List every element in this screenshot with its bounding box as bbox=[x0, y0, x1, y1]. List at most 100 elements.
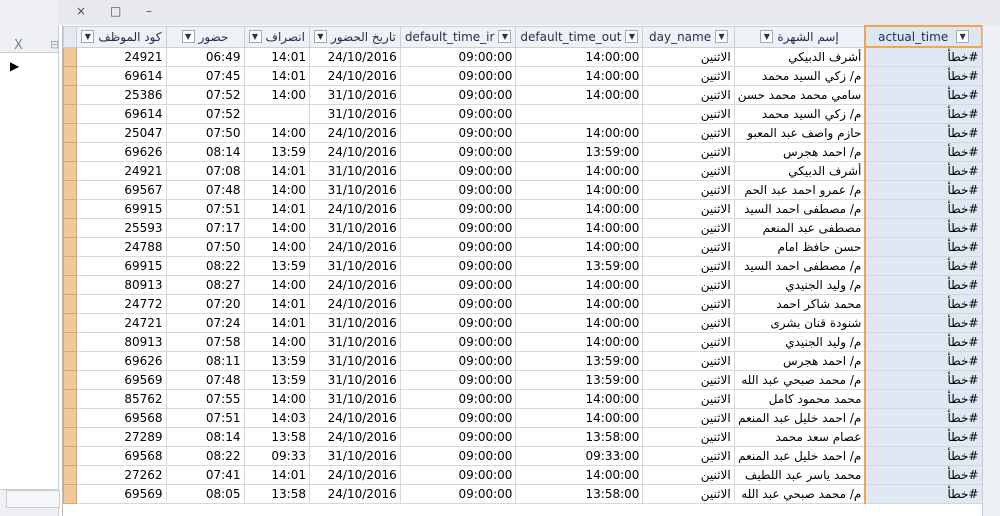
cell-attendance-date[interactable]: 31/10/2016 bbox=[308, 313, 401, 333]
cell-default-time-out[interactable]: 14:00:00 bbox=[515, 275, 644, 295]
table-row[interactable]: 24921 06:49 14:01 24/10/2016 09:00:00 14:00:0… bbox=[63, 46, 983, 67]
cell-day-name[interactable]: الاثنين bbox=[642, 351, 735, 371]
cell-day-name[interactable]: الاثنين bbox=[642, 180, 735, 200]
cell-attendance-date[interactable]: 24/10/2016 bbox=[308, 275, 401, 295]
row-selector[interactable] bbox=[63, 218, 78, 238]
cell-display-name[interactable]: م/ عمرو احمد عبد الحم bbox=[733, 180, 866, 200]
cell-default-time-out[interactable]: 14:00:00 bbox=[515, 85, 644, 105]
minimize-icon[interactable]: – bbox=[146, 4, 152, 18]
cell-display-name[interactable]: عصام سعد محمد bbox=[733, 427, 866, 447]
cell-employee-code[interactable]: 25386 bbox=[76, 85, 167, 105]
cell-display-name[interactable]: م/ احمد خليل عبد المنعم bbox=[733, 408, 866, 428]
cell-attendance-date[interactable]: 31/10/2016 bbox=[308, 446, 401, 466]
cell-attendance-date[interactable]: 31/10/2016 bbox=[308, 332, 401, 352]
cell-display-name[interactable]: م/ مصطفى احمد السيد bbox=[733, 256, 866, 276]
cell-employee-code[interactable]: 69569 bbox=[76, 370, 167, 390]
cell-display-name[interactable]: م/ وليد الجنيدي bbox=[733, 332, 866, 352]
cell-display-name[interactable]: محمد محمود كامل bbox=[733, 389, 866, 409]
cell-check-in[interactable]: 08:22 bbox=[165, 446, 245, 466]
cell-day-name[interactable]: الاثنين bbox=[642, 465, 735, 485]
cell-day-name[interactable]: الاثنين bbox=[642, 256, 735, 276]
cell-day-name[interactable]: الاثنين bbox=[642, 104, 735, 124]
cell-attendance-date[interactable]: 31/10/2016 bbox=[308, 104, 401, 124]
cell-display-name[interactable]: أشرف الدبيكي bbox=[733, 161, 866, 181]
cell-employee-code[interactable]: 25047 bbox=[76, 123, 167, 143]
cell-default-time-in[interactable]: 09:00:00 bbox=[399, 427, 517, 447]
cell-display-name[interactable]: م/ زكي السيد محمد bbox=[733, 66, 866, 86]
cell-default-time-out[interactable]: 14:00:00 bbox=[515, 313, 644, 333]
table-row[interactable]: 24788 07:50 14:00 24/10/2016 09:00:00 14:00:0… bbox=[63, 237, 983, 257]
cell-actual-time[interactable]: #خطأ bbox=[864, 66, 983, 86]
cell-check-out[interactable]: 13:58 bbox=[243, 427, 310, 447]
table-row[interactable]: 69568 07:51 14:03 24/10/2016 09:00:00 14:00:0… bbox=[63, 408, 983, 428]
cell-actual-time[interactable]: #خطأ bbox=[864, 85, 983, 105]
cell-attendance-date[interactable]: 31/10/2016 bbox=[308, 161, 401, 181]
cell-display-name[interactable]: م/ محمد صبحي عبد الله bbox=[733, 484, 866, 504]
cell-default-time-in[interactable]: 09:00:00 bbox=[399, 180, 517, 200]
cell-check-in[interactable]: 08:22 bbox=[165, 256, 245, 276]
cell-check-in[interactable]: 07:50 bbox=[165, 123, 245, 143]
cell-employee-code[interactable]: 80913 bbox=[76, 275, 167, 295]
column-header-check-out[interactable]: ▼ انصراف bbox=[243, 25, 310, 48]
cell-employee-code[interactable]: 24921 bbox=[76, 46, 167, 67]
cell-employee-code[interactable]: 24921 bbox=[76, 161, 167, 181]
cell-check-in[interactable]: 08:14 bbox=[165, 427, 245, 447]
cell-display-name[interactable]: م/ مصطفى احمد السيد bbox=[733, 199, 866, 219]
cell-display-name[interactable]: م/ محمد صبحي عبد الله bbox=[733, 370, 866, 390]
cell-actual-time[interactable]: #خطأ bbox=[864, 256, 983, 276]
table-row[interactable]: 27289 08:14 13:58 24/10/2016 09:00:00 13:58:0… bbox=[63, 427, 983, 447]
chevron-down-icon[interactable]: ▼ bbox=[248, 30, 262, 44]
cell-check-in[interactable]: 07:51 bbox=[165, 199, 245, 219]
cell-check-out[interactable]: 14:01 bbox=[243, 465, 310, 485]
cell-default-time-in[interactable]: 09:00:00 bbox=[399, 123, 517, 143]
cell-actual-time[interactable]: #خطأ bbox=[864, 46, 983, 67]
row-selector[interactable] bbox=[63, 66, 78, 86]
row-selector[interactable] bbox=[63, 370, 78, 390]
close-icon[interactable]: × bbox=[76, 4, 86, 18]
cell-display-name[interactable]: حسن حافظ امام bbox=[733, 237, 866, 257]
table-row[interactable]: 25593 07:17 14:00 31/10/2016 09:00:00 14:00:0… bbox=[63, 218, 983, 238]
cell-check-out[interactable]: 14:03 bbox=[243, 408, 310, 428]
table-row[interactable]: 80913 08:27 14:00 24/10/2016 09:00:00 14:00:0… bbox=[63, 275, 983, 295]
cell-default-time-in[interactable]: 09:00:00 bbox=[399, 218, 517, 238]
cell-actual-time[interactable]: #خطأ bbox=[864, 237, 983, 257]
row-selector[interactable] bbox=[63, 123, 78, 143]
cell-actual-time[interactable]: #خطأ bbox=[864, 180, 983, 200]
cell-check-out[interactable]: 14:00 bbox=[243, 332, 310, 352]
table-row[interactable]: 80913 07:58 14:00 31/10/2016 09:00:00 14:00:0… bbox=[63, 332, 983, 352]
cell-default-time-in[interactable]: 09:00:00 bbox=[399, 199, 517, 219]
cell-employee-code[interactable]: 27289 bbox=[76, 427, 167, 447]
cell-check-out[interactable]: 13:59 bbox=[243, 256, 310, 276]
cell-default-time-in[interactable]: 09:00:00 bbox=[399, 142, 517, 162]
cell-default-time-out[interactable]: 13:59:00 bbox=[515, 370, 644, 390]
cell-check-out[interactable]: 14:00 bbox=[243, 218, 310, 238]
cell-default-time-in[interactable]: 09:00:00 bbox=[399, 332, 517, 352]
row-selector[interactable] bbox=[63, 389, 78, 409]
row-selector[interactable] bbox=[63, 313, 78, 333]
cell-attendance-date[interactable]: 31/10/2016 bbox=[308, 85, 401, 105]
column-header-attendance-date[interactable]: ▼ تاريخ الحضور bbox=[308, 25, 401, 48]
column-header-employee-code[interactable]: ▼ كود الموظف bbox=[76, 25, 167, 48]
cell-default-time-out[interactable]: 13:58:00 bbox=[515, 427, 644, 447]
table-row[interactable]: 69568 08:22 09:33 31/10/2016 09:00:00 09:33:0… bbox=[63, 446, 983, 466]
row-selector[interactable] bbox=[63, 427, 78, 447]
cell-check-out[interactable]: 14:01 bbox=[243, 66, 310, 86]
cell-check-out[interactable]: 13:59 bbox=[243, 370, 310, 390]
cell-display-name[interactable]: شنودة قنان بشرى bbox=[733, 313, 866, 333]
cell-default-time-out[interactable]: 14:00:00 bbox=[515, 465, 644, 485]
chevron-down-icon[interactable]: ▼ bbox=[81, 30, 95, 44]
cell-actual-time[interactable]: #خطأ bbox=[864, 370, 983, 390]
cell-check-in[interactable]: 07:41 bbox=[165, 465, 245, 485]
cell-attendance-date[interactable]: 24/10/2016 bbox=[308, 199, 401, 219]
row-selector[interactable] bbox=[63, 484, 78, 504]
cell-actual-time[interactable]: #خطأ bbox=[864, 123, 983, 143]
row-selector[interactable] bbox=[63, 237, 78, 257]
cell-actual-time[interactable]: #خطأ bbox=[864, 142, 983, 162]
cell-default-time-in[interactable]: 09:00:00 bbox=[399, 370, 517, 390]
cell-actual-time[interactable]: #خطأ bbox=[864, 161, 983, 181]
chevron-down-icon[interactable]: ▼ bbox=[715, 30, 729, 44]
table-row[interactable]: 69626 08:11 13:59 31/10/2016 09:00:00 13:59:0… bbox=[63, 351, 983, 371]
cell-check-out[interactable]: 14:00 bbox=[243, 275, 310, 295]
table-row[interactable]: 24721 07:24 14:01 31/10/2016 09:00:00 14:00:0… bbox=[63, 313, 983, 333]
cell-default-time-in[interactable]: 09:00:00 bbox=[399, 104, 517, 124]
